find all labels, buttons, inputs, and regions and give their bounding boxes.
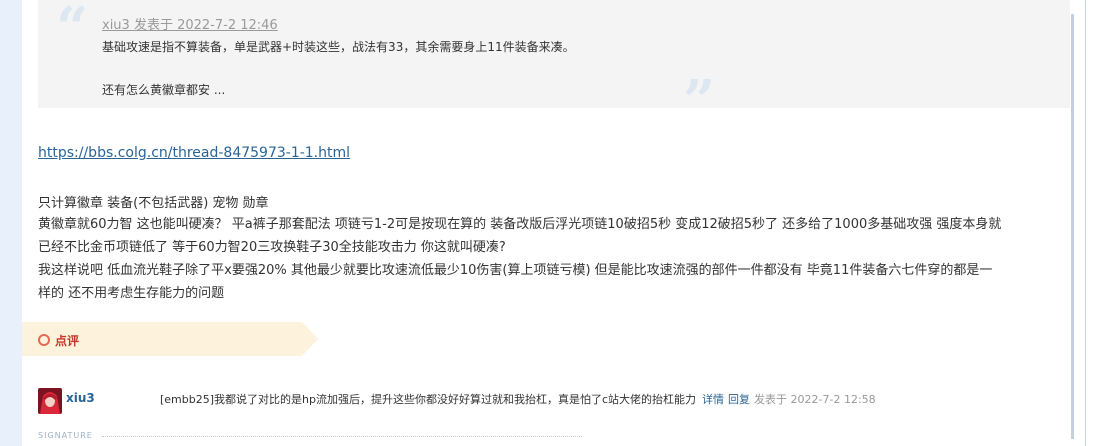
comment-username[interactable]: xiu3 [66,391,95,405]
signature-label: SIGNATURE [38,431,93,440]
left-gutter [0,0,22,446]
post-text-line: 黄徽章就60力智 这也能叫硬凑？ 平a裤子那套配法 项链亏1-2可是按现在算的 … [38,217,1002,232]
signature-divider [102,436,582,437]
detail-link[interactable]: 详情 [702,393,724,406]
comment-row: [embb25]我都说了对比的是hp流加强后，提升这些你都没好好算过就和我抬杠，… [160,391,876,407]
comment-section-title: 点评 [55,334,80,348]
quote-text-line: 基础攻速是指不算装备，单是武器+时装这些，战法有33，其余需要身上11件装备来凑… [102,40,575,54]
comment-icon [38,334,50,346]
post-text-line: 已经不比金币项链低了 等于60力智20三攻换鞋子30全技能攻击力 你这就叫硬凑? [38,240,506,255]
quote-text-line: 还有怎么黄徽章都安 ... [102,83,226,97]
avatar[interactable] [38,388,62,414]
content-right-border [1085,0,1086,446]
thread-link[interactable]: https://bbs.colg.cn/thread-8475973-1-1.h… [38,145,350,161]
post-text-line: 样的 还不用考虑生存能力的问题 [38,286,225,301]
comment-timestamp: 发表于 2022-7-2 12:58 [754,393,876,406]
scroll-track[interactable] [1071,14,1074,439]
reply-link[interactable]: 回复 [728,393,750,406]
post-text-line: 只计算徽章 装备(不包括武器) 宠物 勋章 [38,196,269,211]
comment-body: [embb25]我都说了对比的是hp流加强后，提升这些你都没好好算过就和我抬杠，… [160,393,697,406]
close-quote-icon: ” [683,68,716,134]
post-text-line: 我这样说吧 低血流光鞋子除了平x要强20% 其他最少就要比攻速流低最少10伤害(… [38,263,993,278]
open-quote-icon: “ [56,0,89,61]
quote-author-link[interactable]: xiu3 发表于 2022-7-2 12:46 [102,14,278,33]
